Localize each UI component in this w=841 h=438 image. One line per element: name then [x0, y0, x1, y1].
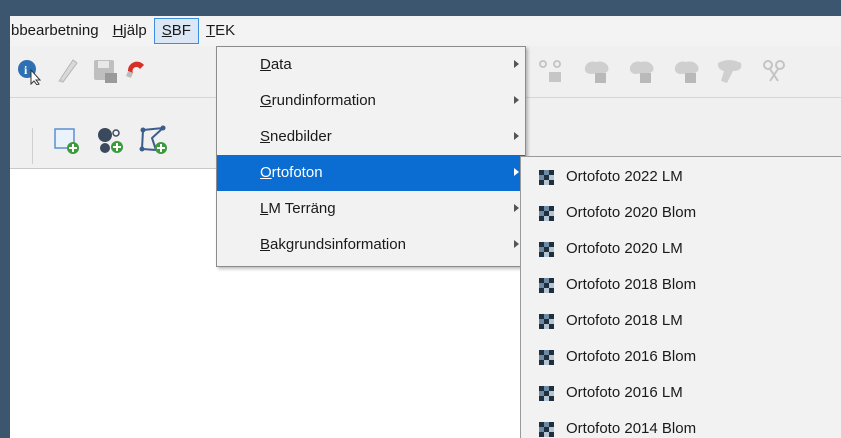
label-rest: M Terräng: [268, 200, 336, 217]
submenu-item-label: Ortofoto 2020 LM: [566, 240, 683, 257]
submenu-item-label: Ortofoto 2022 LM: [566, 168, 683, 185]
sbf-menu-item-label: LM Terräng: [260, 191, 336, 227]
ortofoton-submenu: Ortofoto 2022 LM Ortofoto 2020 Blom Orto…: [520, 156, 841, 438]
sbf-menu-item-label: Snedbilder: [260, 119, 332, 155]
raster-layer-icon: [539, 386, 554, 401]
label-rest: rtofoton: [271, 164, 323, 181]
new-shapefile-layer-icon[interactable]: [52, 126, 82, 156]
sbf-menu-item-lm-terrang[interactable]: LM Terräng: [217, 191, 525, 227]
menu-tek-label: EK: [215, 22, 236, 39]
sbf-menu-item-ortofoton[interactable]: Ortofoton: [217, 155, 525, 191]
raster-layer-icon: [539, 242, 554, 257]
sbf-menu-dropdown: Data Grundinformation Snedbilder Ortofot…: [216, 46, 526, 267]
submenu-item-ortofoto-2022-lm[interactable]: Ortofoto 2022 LM: [521, 159, 841, 195]
submenu-item-ortofoto-2014-blom[interactable]: Ortofoto 2014 Blom: [521, 411, 841, 438]
submenu-arrow-icon: [514, 204, 519, 212]
raster-layer-icon: [539, 278, 554, 293]
new-polygon-layer-icon[interactable]: [138, 124, 170, 156]
label-rest: ata: [270, 56, 292, 73]
menu-hjalp-label: jälp: [123, 22, 147, 39]
submenu-item-label: Ortofoto 2014 Blom: [566, 420, 697, 437]
sbf-menu-item-label: Ortofoton: [260, 155, 323, 191]
label-rest: nedbilder: [270, 128, 332, 145]
sbf-menu-item-data[interactable]: Data: [217, 47, 525, 83]
add-part-icon[interactable]: [627, 57, 659, 85]
submenu-item-ortofoto-2016-blom[interactable]: Ortofoto 2016 Blom: [521, 339, 841, 375]
split-features-icon[interactable]: [760, 57, 788, 85]
menu-sbf-label: BF: [171, 22, 191, 39]
raster-layer-icon: [539, 314, 554, 329]
menu-sbf[interactable]: SBF: [153, 18, 199, 44]
mnemonic: S: [260, 128, 271, 145]
menu-sbf-mnemonic: S: [161, 22, 172, 39]
submenu-arrow-icon: [514, 240, 519, 248]
sbf-menu-item-bakgrundsinformation[interactable]: Bakgrundsinformation: [217, 227, 525, 263]
mnemonic: O: [260, 164, 272, 181]
qgis-window: bbearbetning Hjälp SBF TEK i Data Grundi…: [10, 16, 841, 438]
submenu-arrow-icon: [514, 132, 519, 140]
submenu-item-label: Ortofoto 2018 LM: [566, 312, 683, 329]
sbf-menu-item-snedbilder[interactable]: Snedbilder: [217, 119, 525, 155]
menu-hjalp[interactable]: Hjälp: [106, 18, 154, 44]
label-rest: akgrundsinformation: [270, 236, 406, 253]
menubar: bbearbetning Hjälp SBF TEK: [10, 16, 841, 46]
identify-features-icon[interactable]: i: [16, 57, 44, 85]
menu-bearbetning[interactable]: bbearbetning: [10, 18, 106, 44]
submenu-item-label: Ortofoto 2018 Blom: [566, 276, 697, 293]
sbf-menu-item-label: Data: [260, 47, 292, 83]
sbf-menu-item-label: Grundinformation: [260, 83, 376, 119]
raster-layer-icon: [539, 350, 554, 365]
submenu-item-ortofoto-2016-lm[interactable]: Ortofoto 2016 LM: [521, 375, 841, 411]
mnemonic: G: [260, 92, 272, 109]
submenu-item-label: Ortofoto 2016 LM: [566, 384, 683, 401]
sbf-menu-item-label: Bakgrundsinformation: [260, 227, 406, 263]
raster-layer-icon: [539, 206, 554, 221]
submenu-item-ortofoto-2018-lm[interactable]: Ortofoto 2018 LM: [521, 303, 841, 339]
submenu-arrow-icon: [514, 96, 519, 104]
submenu-arrow-icon: [514, 60, 519, 68]
menu-tek-mnemonic: T: [205, 22, 216, 39]
delete-ring-icon[interactable]: [672, 57, 704, 85]
submenu-arrow-icon: [514, 168, 519, 176]
add-ring-icon[interactable]: [582, 57, 614, 85]
submenu-item-ortofoto-2020-lm[interactable]: Ortofoto 2020 LM: [521, 231, 841, 267]
submenu-item-ortofoto-2018-blom[interactable]: Ortofoto 2018 Blom: [521, 267, 841, 303]
mnemonic: D: [260, 56, 271, 73]
raster-layer-icon: [539, 170, 554, 185]
snapping-magnet-icon[interactable]: [124, 59, 150, 85]
submenu-item-label: Ortofoto 2016 Blom: [566, 348, 697, 365]
vertex-tool-icon[interactable]: [537, 57, 565, 85]
sbf-menu-item-grundinformation[interactable]: Grundinformation: [217, 83, 525, 119]
new-point-layer-icon[interactable]: [94, 124, 126, 156]
label-rest: rundinformation: [271, 92, 376, 109]
menu-tek[interactable]: TEK: [199, 18, 242, 44]
raster-layer-icon: [539, 422, 554, 437]
menu-bearbetning-label: bbearbetning: [11, 22, 99, 39]
menu-hjalp-mnemonic: H: [112, 22, 124, 39]
submenu-item-label: Ortofoto 2020 Blom: [566, 204, 697, 221]
mnemonic: B: [260, 236, 271, 253]
toolbar-separator: [32, 128, 33, 164]
toggle-editing-icon[interactable]: [55, 57, 81, 85]
reshape-features-icon[interactable]: [715, 57, 745, 85]
submenu-item-ortofoto-2020-blom[interactable]: Ortofoto 2020 Blom: [521, 195, 841, 231]
save-edits-icon[interactable]: [91, 57, 119, 85]
